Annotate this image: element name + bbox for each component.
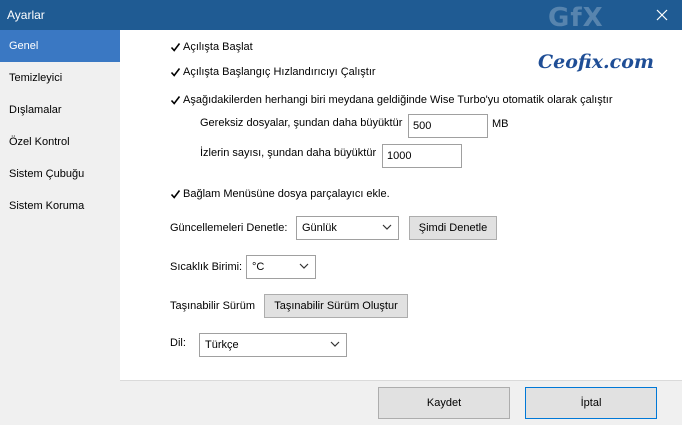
general-settings-panel: Açılışta Başlat Açılışta Başlangıç Hızla…	[120, 30, 682, 380]
sidebar-item-label: Sistem Koruma	[9, 200, 85, 212]
footer: Kaydet İptal	[120, 380, 682, 425]
context-menu-label: Bağlam Menüsüne dosya parçalayıcı ekle.	[183, 188, 390, 200]
auto-run-label: Aşağıdakilerden herhangi biri meydana ge…	[183, 94, 613, 106]
updates-dropdown[interactable]: Günlük	[296, 216, 399, 240]
checkmark-icon	[170, 67, 181, 78]
sidebar-item-label: Genel	[9, 40, 39, 52]
boot-accelerator-label: Açılışta Başlangıç Hızlandırıcıyı Çalışt…	[183, 66, 376, 78]
language-label: Dil:	[170, 337, 186, 349]
start-on-boot-checkbox[interactable]: Açılışta Başlat	[170, 41, 253, 53]
traces-input[interactable]: 1000	[382, 144, 462, 168]
traces-label: İzlerin sayısı, şundan daha büyüktür	[200, 147, 377, 159]
junk-files-label: Gereksiz dosyalar, şundan daha büyüktür	[200, 117, 403, 129]
close-button[interactable]	[642, 0, 682, 30]
chevron-down-icon	[299, 263, 309, 269]
sidebar-item-label: Dışlamalar	[9, 104, 62, 116]
save-button[interactable]: Kaydet	[378, 387, 510, 419]
sidebar-item-sistem-koruma[interactable]: Sistem Koruma	[0, 190, 120, 222]
checkmark-icon	[170, 189, 181, 200]
sidebar-item-sistem-cubugu[interactable]: Sistem Çubuğu	[0, 158, 120, 190]
watermark-gfx: GfX	[548, 3, 604, 33]
window-title: Ayarlar	[7, 8, 45, 22]
chevron-down-icon	[382, 224, 392, 230]
portable-label: Taşınabilir Sürüm	[170, 300, 255, 312]
junk-files-unit: MB	[492, 118, 509, 130]
sidebar-item-temizleyici[interactable]: Temizleyici	[0, 62, 120, 94]
sidebar-item-dislamalar[interactable]: Dışlamalar	[0, 94, 120, 126]
check-now-button[interactable]: Şimdi Denetle	[409, 216, 497, 240]
sidebar-item-ozel-kontrol[interactable]: Özel Kontrol	[0, 126, 120, 158]
temperature-dropdown[interactable]: °C	[246, 255, 316, 279]
junk-files-input[interactable]: 500	[408, 114, 488, 138]
temperature-selected: °C	[252, 261, 265, 273]
sidebar-item-label: Temizleyici	[9, 72, 63, 84]
checkmark-icon	[170, 95, 181, 106]
watermark: GfX Ceofix.com	[518, 1, 654, 79]
sidebar-item-label: Sistem Çubuğu	[9, 168, 85, 180]
auto-run-checkbox[interactable]: Aşağıdakilerden herhangi biri meydana ge…	[170, 94, 613, 106]
updates-label: Güncellemeleri Denetle:	[170, 222, 288, 234]
checkmark-icon	[170, 42, 181, 53]
language-dropdown[interactable]: Türkçe	[199, 333, 347, 357]
language-selected: Türkçe	[205, 339, 239, 351]
temperature-label: Sıcaklık Birimi:	[170, 261, 243, 273]
context-menu-checkbox[interactable]: Bağlam Menüsüne dosya parçalayıcı ekle.	[170, 188, 390, 200]
create-portable-button[interactable]: Taşınabilir Sürüm Oluştur	[264, 294, 408, 318]
watermark-text: Ceofix.com	[538, 51, 654, 73]
chevron-down-icon	[330, 341, 340, 347]
updates-selected: Günlük	[302, 222, 337, 234]
cancel-button[interactable]: İptal	[525, 387, 657, 419]
sidebar: Genel Temizleyici Dışlamalar Özel Kontro…	[0, 30, 120, 425]
sidebar-item-label: Özel Kontrol	[9, 136, 70, 148]
sidebar-item-genel[interactable]: Genel	[0, 30, 120, 62]
boot-accelerator-checkbox[interactable]: Açılışta Başlangıç Hızlandırıcıyı Çalışt…	[170, 66, 376, 78]
close-icon	[656, 9, 668, 21]
start-on-boot-label: Açılışta Başlat	[183, 41, 253, 53]
